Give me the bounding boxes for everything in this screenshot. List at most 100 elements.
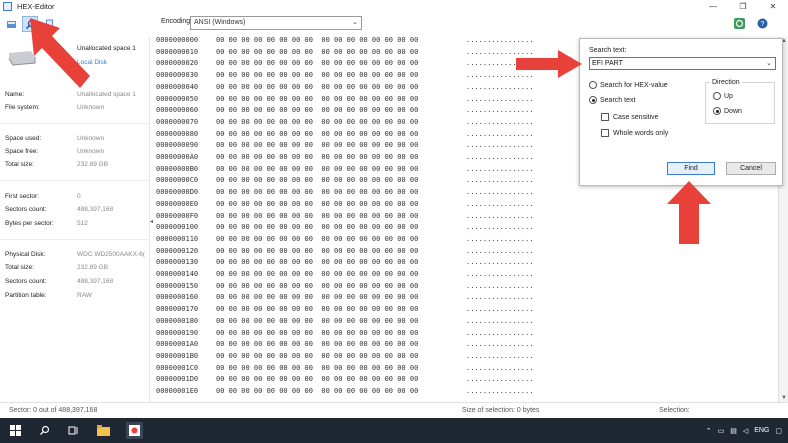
hex-ascii[interactable]: ................ — [466, 130, 533, 138]
hex-ascii[interactable]: ................ — [466, 258, 533, 266]
hex-bytes[interactable]: 00 00 00 00 00 00 00 00 00 00 00 00 00 0… — [216, 375, 418, 385]
hex-row[interactable]: 0000000130 00 00 00 00 00 00 00 00 00 00 … — [156, 258, 533, 268]
hex-row[interactable]: 0000000170 00 00 00 00 00 00 00 00 00 00 … — [156, 305, 533, 315]
hex-ascii[interactable]: ................ — [466, 270, 533, 278]
direction-up-radio[interactable]: Up — [713, 92, 733, 100]
hex-row[interactable]: 0000000120 00 00 00 00 00 00 00 00 00 00 … — [156, 247, 533, 257]
hex-ascii[interactable]: ................ — [466, 200, 533, 208]
hex-bytes[interactable]: 00 00 00 00 00 00 00 00 00 00 00 00 00 0… — [216, 200, 418, 210]
hex-bytes[interactable]: 00 00 00 00 00 00 00 00 00 00 00 00 00 0… — [216, 282, 418, 292]
hex-row[interactable]: 0000000090 00 00 00 00 00 00 00 00 00 00 … — [156, 141, 533, 151]
hex-bytes[interactable]: 00 00 00 00 00 00 00 00 00 00 00 00 00 0… — [216, 36, 418, 46]
hex-row[interactable]: 0000000060 00 00 00 00 00 00 00 00 00 00 … — [156, 106, 533, 116]
chevron-up-icon[interactable]: ⌃ — [706, 427, 712, 435]
find-button[interactable]: Find — [667, 162, 715, 175]
network-icon[interactable]: ▭ — [718, 427, 725, 435]
hex-bytes[interactable]: 00 00 00 00 00 00 00 00 00 00 00 00 00 0… — [216, 235, 418, 245]
hex-ascii[interactable]: ................ — [466, 329, 533, 337]
direction-down-radio[interactable]: Down — [713, 107, 742, 115]
hex-bytes[interactable]: 00 00 00 00 00 00 00 00 00 00 00 00 00 0… — [216, 305, 418, 315]
hex-bytes[interactable]: 00 00 00 00 00 00 00 00 00 00 00 00 00 0… — [216, 352, 418, 362]
scan-button[interactable] — [732, 16, 747, 31]
hex-bytes[interactable]: 00 00 00 00 00 00 00 00 00 00 00 00 00 0… — [216, 223, 418, 233]
case-sensitive-checkbox[interactable]: Case sensitive — [601, 113, 659, 121]
hex-bytes[interactable]: 00 00 00 00 00 00 00 00 00 00 00 00 00 0… — [216, 212, 418, 222]
hex-ascii[interactable]: ................ — [466, 106, 533, 114]
hex-row[interactable]: 0000000160 00 00 00 00 00 00 00 00 00 00 … — [156, 293, 533, 303]
hex-ascii[interactable]: ................ — [466, 293, 533, 301]
hex-bytes[interactable]: 00 00 00 00 00 00 00 00 00 00 00 00 00 0… — [216, 329, 418, 339]
hex-row[interactable]: 00000001D0 00 00 00 00 00 00 00 00 00 00 … — [156, 375, 533, 385]
hex-row[interactable]: 0000000000 00 00 00 00 00 00 00 00 00 00 … — [156, 36, 533, 46]
scroll-down-icon[interactable]: ▼ — [781, 395, 787, 401]
hex-ascii[interactable]: ................ — [466, 188, 533, 196]
file-explorer-button[interactable] — [95, 422, 112, 439]
hex-bytes[interactable]: 00 00 00 00 00 00 00 00 00 00 00 00 00 0… — [216, 247, 418, 257]
hex-ascii[interactable]: ................ — [466, 223, 533, 231]
open-disk-button[interactable] — [3, 16, 19, 32]
hex-ascii[interactable]: ................ — [466, 235, 533, 243]
hex-bytes[interactable]: 00 00 00 00 00 00 00 00 00 00 00 00 00 0… — [216, 141, 418, 151]
hex-row[interactable]: 00000000D0 00 00 00 00 00 00 00 00 00 00 … — [156, 188, 533, 198]
close-button[interactable]: ✕ — [758, 0, 788, 13]
hex-bytes[interactable]: 00 00 00 00 00 00 00 00 00 00 00 00 00 0… — [216, 118, 418, 128]
hex-bytes[interactable]: 00 00 00 00 00 00 00 00 00 00 00 00 00 0… — [216, 48, 418, 58]
hex-ascii[interactable]: ................ — [466, 282, 533, 290]
hex-row[interactable]: 0000000030 00 00 00 00 00 00 00 00 00 00 … — [156, 71, 533, 81]
hex-bytes[interactable]: 00 00 00 00 00 00 00 00 00 00 00 00 00 0… — [216, 106, 418, 116]
hex-ascii[interactable]: ................ — [466, 176, 533, 184]
hex-ascii[interactable]: ................ — [466, 118, 533, 126]
hex-row[interactable]: 0000000140 00 00 00 00 00 00 00 00 00 00 … — [156, 270, 533, 280]
hex-bytes[interactable]: 00 00 00 00 00 00 00 00 00 00 00 00 00 0… — [216, 165, 418, 175]
hex-ascii[interactable]: ................ — [466, 317, 533, 325]
hex-ascii[interactable]: ................ — [466, 340, 533, 348]
search-text-input[interactable]: EFI PART ⌄ — [589, 57, 776, 70]
hex-bytes[interactable]: 00 00 00 00 00 00 00 00 00 00 00 00 00 0… — [216, 95, 418, 105]
hex-row[interactable]: 0000000180 00 00 00 00 00 00 00 00 00 00 … — [156, 317, 533, 327]
hex-ascii[interactable]: ................ — [466, 83, 533, 91]
hex-bytes[interactable]: 00 00 00 00 00 00 00 00 00 00 00 00 00 0… — [216, 71, 418, 81]
hex-row[interactable]: 00000001A0 00 00 00 00 00 00 00 00 00 00 … — [156, 340, 533, 350]
hex-ascii[interactable]: ................ — [466, 305, 533, 313]
search-taskbar-button[interactable] — [36, 422, 53, 439]
hex-ascii[interactable]: ................ — [466, 364, 533, 372]
hex-ascii[interactable]: ................ — [466, 212, 533, 220]
hex-row[interactable]: 0000000040 00 00 00 00 00 00 00 00 00 00 … — [156, 83, 533, 93]
minimize-button[interactable]: — — [698, 0, 728, 13]
hex-bytes[interactable]: 00 00 00 00 00 00 00 00 00 00 00 00 00 0… — [216, 130, 418, 140]
restore-button[interactable]: ❐ — [728, 0, 758, 13]
hex-ascii[interactable]: ................ — [466, 352, 533, 360]
network-icon[interactable]: ▤ — [730, 427, 737, 435]
hex-row[interactable]: 00000000B0 00 00 00 00 00 00 00 00 00 00 … — [156, 165, 533, 175]
hex-ascii[interactable]: ................ — [466, 375, 533, 383]
chevron-down-icon[interactable]: ⌄ — [766, 58, 772, 69]
search-text-radio[interactable]: Search text — [589, 96, 635, 104]
hex-row[interactable]: 0000000070 00 00 00 00 00 00 00 00 00 00 … — [156, 118, 533, 128]
hex-row[interactable]: 0000000050 00 00 00 00 00 00 00 00 00 00 … — [156, 95, 533, 105]
whole-words-checkbox[interactable]: Whole words only — [601, 129, 668, 137]
search-hex-radio[interactable]: Search for HEX-value — [589, 81, 668, 89]
hex-row[interactable]: 0000000100 00 00 00 00 00 00 00 00 00 00 … — [156, 223, 533, 233]
hex-bytes[interactable]: 00 00 00 00 00 00 00 00 00 00 00 00 00 0… — [216, 293, 418, 303]
hex-row[interactable]: 0000000020 00 00 00 00 00 00 00 00 00 00 … — [156, 59, 533, 69]
hex-bytes[interactable]: 00 00 00 00 00 00 00 00 00 00 00 00 00 0… — [216, 340, 418, 350]
volume-icon[interactable]: ◁ — [743, 427, 748, 435]
hex-ascii[interactable]: ................ — [466, 153, 533, 161]
hex-bytes[interactable]: 00 00 00 00 00 00 00 00 00 00 00 00 00 0… — [216, 270, 418, 280]
hex-row[interactable]: 0000000110 00 00 00 00 00 00 00 00 00 00 … — [156, 235, 533, 245]
hex-row[interactable]: 00000001E0 00 00 00 00 00 00 00 00 00 00 … — [156, 387, 533, 397]
hex-bytes[interactable]: 00 00 00 00 00 00 00 00 00 00 00 00 00 0… — [216, 317, 418, 327]
hex-row[interactable]: 0000000080 00 00 00 00 00 00 00 00 00 00 … — [156, 130, 533, 140]
cancel-button[interactable]: Cancel — [726, 162, 776, 175]
hex-ascii[interactable]: ................ — [466, 95, 533, 103]
hex-row[interactable]: 00000000A0 00 00 00 00 00 00 00 00 00 00 … — [156, 153, 533, 163]
hex-ascii[interactable]: ................ — [466, 247, 533, 255]
hex-bytes[interactable]: 00 00 00 00 00 00 00 00 00 00 00 00 00 0… — [216, 188, 418, 198]
app-taskbar-button[interactable] — [126, 422, 143, 439]
panel-splitter-handle[interactable]: ◂ — [150, 218, 153, 225]
windows-start-button[interactable] — [7, 422, 24, 439]
hex-bytes[interactable]: 00 00 00 00 00 00 00 00 00 00 00 00 00 0… — [216, 83, 418, 93]
hex-row[interactable]: 00000001C0 00 00 00 00 00 00 00 00 00 00 … — [156, 364, 533, 374]
hex-bytes[interactable]: 00 00 00 00 00 00 00 00 00 00 00 00 00 0… — [216, 258, 418, 268]
hex-bytes[interactable]: 00 00 00 00 00 00 00 00 00 00 00 00 00 0… — [216, 364, 418, 374]
